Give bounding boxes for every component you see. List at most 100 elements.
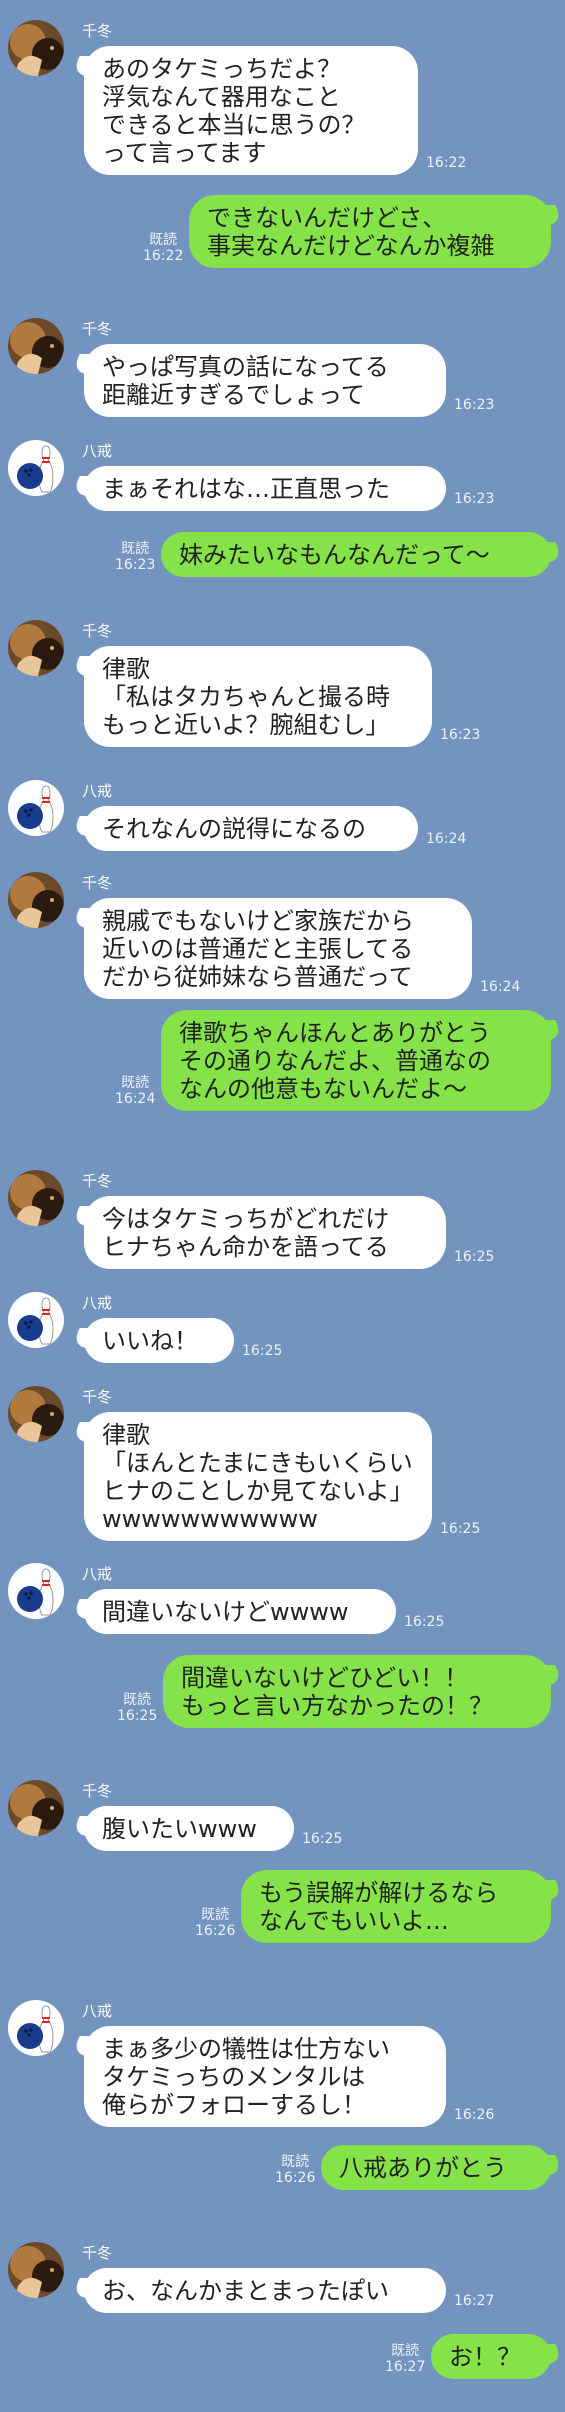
cat-photo-icon xyxy=(8,2242,64,2298)
message-row-13: 八戒 間違いないけどwwww 16:25 xyxy=(0,1563,565,1634)
message-bubble[interactable]: あのタケミっちだよ？ 浮気なんて器用なこと できると本当に思うの？ って言ってま… xyxy=(84,46,418,175)
bowling-icon xyxy=(8,1563,64,1619)
message-time: 16:25 xyxy=(242,1343,283,1359)
bowling-avatar-icon[interactable] xyxy=(8,2000,64,2056)
message-row-12: 千冬 律歌 「ほんとたまにきもいくらい ヒナのことしか見てないよ」 wwwwww… xyxy=(0,1386,565,1541)
sender-name: 千冬 xyxy=(82,22,113,40)
cat-avatar-icon[interactable] xyxy=(8,872,64,928)
bowling-avatar-icon[interactable] xyxy=(8,780,64,836)
message-row-15: 千冬 腹いたいwww 16:25 xyxy=(0,1780,565,1851)
message-time: 16:25 xyxy=(404,1614,445,1630)
message-time: 16:24 xyxy=(115,1091,156,1107)
message-bubble[interactable]: それなんの説得になるの xyxy=(84,806,418,851)
cat-photo-icon xyxy=(8,1386,64,1442)
sender-name: 千冬 xyxy=(82,874,113,892)
read-receipt: 既読 16:26 xyxy=(275,2154,315,2186)
message-time: 16:27 xyxy=(385,2359,426,2375)
cat-photo-icon xyxy=(8,872,64,928)
message-bubble[interactable]: やっぱ写真の話になってる 距離近すぎるでしょって xyxy=(84,344,446,417)
message-row-5: 妹みたいなもんなんだって〜 既読 16:23 xyxy=(0,532,565,577)
cat-avatar-icon[interactable] xyxy=(8,2242,64,2298)
message-time: 16:25 xyxy=(454,1249,495,1265)
message-time: 16:26 xyxy=(454,2107,495,2123)
message-row-19: 千冬 お、なんかまとまったぽい 16:27 xyxy=(0,2242,565,2313)
cat-avatar-icon[interactable] xyxy=(8,1780,64,1836)
sender-name: 千冬 xyxy=(82,1172,113,1190)
message-row-11: 八戒 いいね！ 16:25 xyxy=(0,1292,565,1363)
message-time: 16:24 xyxy=(426,831,467,847)
read-label: 既読 xyxy=(121,541,150,557)
cat-avatar-icon[interactable] xyxy=(8,1386,64,1442)
read-label: 既読 xyxy=(281,2154,310,2170)
read-label: 既読 xyxy=(123,1692,152,1708)
sender-name: 八戒 xyxy=(82,1565,113,1583)
message-bubble[interactable]: 親戚でもないけど家族だから 近いのは普通だと主張してる だから従姉妹なら普通だっ… xyxy=(84,898,472,999)
bowling-avatar-icon[interactable] xyxy=(8,440,64,496)
read-receipt: 既読 16:26 xyxy=(195,1907,235,1939)
message-bubble[interactable]: もう誤解が解けるなら なんでもいいよ… xyxy=(241,1870,551,1943)
sender-name: 八戒 xyxy=(82,442,113,460)
sender-name: 八戒 xyxy=(82,2002,113,2020)
message-bubble[interactable]: 律歌ちゃんほんとありがとう その通りなんだよ、普通なの なんの他意もないんだよ〜 xyxy=(161,1010,551,1111)
message-row-17: 八戒 まぁ多少の犠牲は仕方ない タケミっちのメンタルは 俺らがフォローするし！ … xyxy=(0,2000,565,2127)
read-receipt: 既読 16:24 xyxy=(115,1075,155,1107)
bowling-icon xyxy=(8,2000,64,2056)
message-bubble[interactable]: お、なんかまとまったぽい xyxy=(84,2268,446,2313)
read-receipt: 既読 16:27 xyxy=(385,2343,425,2375)
read-receipt: 既読 16:22 xyxy=(143,232,183,264)
sender-name: 八戒 xyxy=(82,1294,113,1312)
cat-avatar-icon[interactable] xyxy=(8,620,64,676)
read-label: 既読 xyxy=(121,1075,150,1091)
sender-name: 千冬 xyxy=(82,320,113,338)
message-bubble[interactable]: まぁ多少の犠牲は仕方ない タケミっちのメンタルは 俺らがフォローするし！ xyxy=(84,2026,446,2127)
message-row-14: 間違いないけどひどい！！ もっと言い方なかったの！？ 既読 16:25 xyxy=(0,1655,565,1728)
message-time: 16:22 xyxy=(143,248,184,264)
message-bubble[interactable]: 間違いないけどwwww xyxy=(84,1589,396,1634)
message-time: 16:27 xyxy=(454,2293,495,2309)
message-time: 16:23 xyxy=(115,557,156,573)
bowling-icon xyxy=(8,780,64,836)
cat-avatar-icon[interactable] xyxy=(8,1170,64,1226)
message-bubble[interactable]: 腹いたいwww xyxy=(84,1806,294,1851)
read-label: 既読 xyxy=(149,232,178,248)
message-row-10: 千冬 今はタケミっちがどれだけ ヒナちゃん命かを語ってる 16:25 xyxy=(0,1170,565,1269)
read-label: 既読 xyxy=(391,2343,420,2359)
cat-avatar-icon[interactable] xyxy=(8,20,64,76)
message-time: 16:25 xyxy=(440,1521,481,1537)
bowling-avatar-icon[interactable] xyxy=(8,1292,64,1348)
bowling-avatar-icon[interactable] xyxy=(8,1563,64,1619)
message-time: 16:23 xyxy=(440,727,481,743)
sender-name: 千冬 xyxy=(82,622,113,640)
bowling-icon xyxy=(8,440,64,496)
read-label: 既読 xyxy=(201,1907,230,1923)
message-bubble[interactable]: 今はタケミっちがどれだけ ヒナちゃん命かを語ってる xyxy=(84,1196,446,1269)
message-time: 16:23 xyxy=(454,397,495,413)
message-bubble[interactable]: お！？ xyxy=(431,2334,551,2379)
message-bubble[interactable]: できないんだけどさ、 事実なんだけどなんか複雑 xyxy=(189,195,551,268)
sender-name: 千冬 xyxy=(82,2244,113,2262)
read-receipt: 既読 16:25 xyxy=(117,1692,157,1724)
message-bubble[interactable]: いいね！ xyxy=(84,1318,234,1363)
message-row-20: お！？ 既読 16:27 xyxy=(0,2334,565,2379)
read-receipt: 既読 16:23 xyxy=(115,541,155,573)
message-time: 16:25 xyxy=(302,1831,343,1847)
chat-area[interactable]: 千冬 あのタケミっちだよ？ 浮気なんて器用なこと できると本当に思うの？ って言… xyxy=(0,0,565,2412)
cat-photo-icon xyxy=(8,318,64,374)
message-time: 16:26 xyxy=(195,1923,236,1939)
message-time: 16:22 xyxy=(426,155,467,171)
message-row-16: もう誤解が解けるなら なんでもいいよ… 既読 16:26 xyxy=(0,1870,565,1943)
cat-photo-icon xyxy=(8,20,64,76)
message-time: 16:25 xyxy=(117,1708,158,1724)
message-bubble[interactable]: 八戒ありがとう xyxy=(321,2145,551,2190)
cat-photo-icon xyxy=(8,1780,64,1836)
sender-name: 千冬 xyxy=(82,1388,113,1406)
message-bubble[interactable]: まぁそれはな…正直思った xyxy=(84,466,446,511)
message-row-6: 千冬 律歌 「私はタカちゃんと撮る時 もっと近いよ？腕組むし」 16:23 xyxy=(0,620,565,747)
message-bubble[interactable]: 律歌 「私はタカちゃんと撮る時 もっと近いよ？腕組むし」 xyxy=(84,646,432,747)
message-row-4: 八戒 まぁそれはな…正直思った 16:23 xyxy=(0,440,565,511)
message-bubble[interactable]: 律歌 「ほんとたまにきもいくらい ヒナのことしか見てないよ」 wwwwwwwww… xyxy=(84,1412,432,1541)
message-bubble[interactable]: 妹みたいなもんなんだって〜 xyxy=(161,532,551,577)
cat-avatar-icon[interactable] xyxy=(8,318,64,374)
message-bubble[interactable]: 間違いないけどひどい！！ もっと言い方なかったの！？ xyxy=(163,1655,551,1728)
message-row-1: 千冬 あのタケミっちだよ？ 浮気なんて器用なこと できると本当に思うの？ って言… xyxy=(0,20,565,175)
